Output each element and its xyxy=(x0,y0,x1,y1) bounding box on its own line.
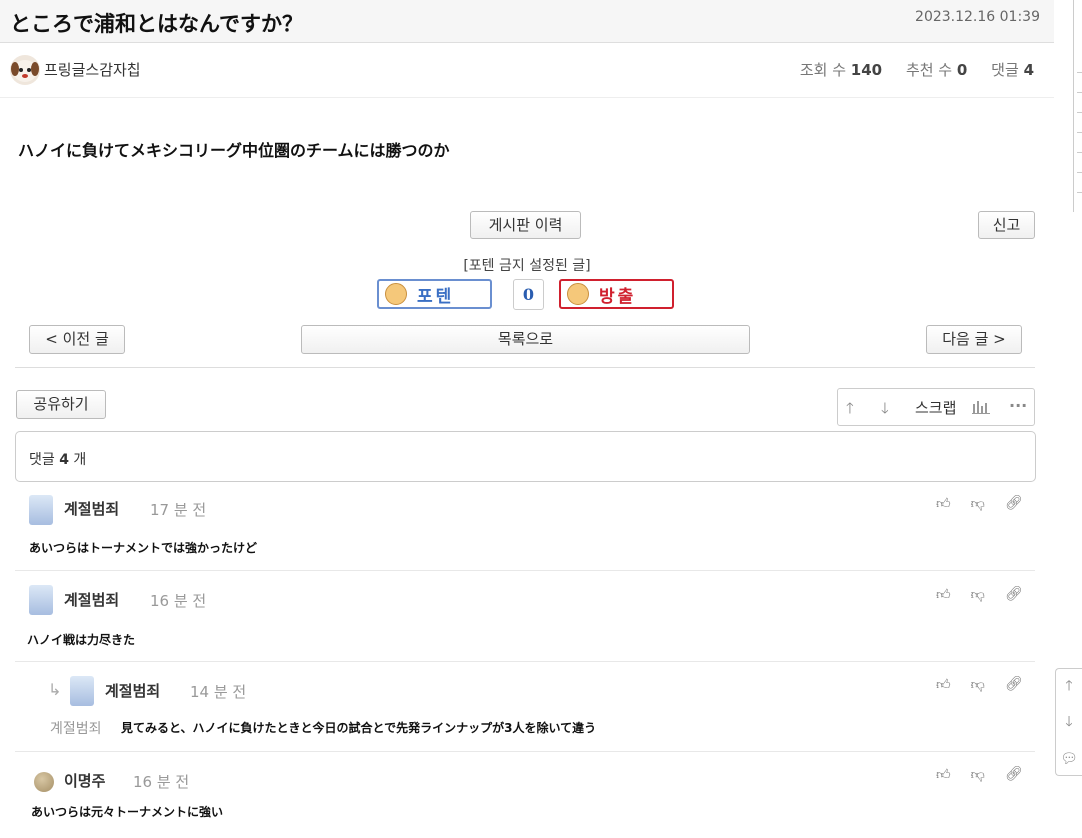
face-icon xyxy=(567,283,589,305)
comment-actions: 👍︎ 👎︎ 🔗︎ xyxy=(936,495,1023,512)
downvote-button[interactable]: 방출 xyxy=(559,279,674,309)
report-button[interactable]: 신고 xyxy=(978,211,1035,239)
comments-count: 4 xyxy=(1023,61,1034,79)
scrollbar-tick xyxy=(1077,72,1082,73)
commenter-name[interactable]: 이명주 xyxy=(64,770,105,791)
comment-actions: 👍︎ 👎︎ 🔗︎ xyxy=(936,586,1023,603)
scrollbar-tick xyxy=(1077,92,1082,93)
thumbs-down-icon[interactable]: 👎︎ xyxy=(971,586,985,603)
divider xyxy=(15,367,1035,368)
comment-time: 16 분 전 xyxy=(133,773,190,791)
arrow-up-icon[interactable]: 🡑 xyxy=(846,398,854,423)
post-datetime: 2023.12.16 01:39 xyxy=(915,9,1040,25)
comment-count-label: 댓글 xyxy=(29,452,55,468)
author-name[interactable]: 프링글스감자칩 xyxy=(44,59,141,80)
link-icon[interactable]: 🔗︎ xyxy=(1005,676,1023,693)
commenter-name[interactable]: 계절범죄 xyxy=(64,498,119,519)
comment-count-box xyxy=(15,431,1036,482)
floating-nav: 🡑 🡓 💬︎ xyxy=(1055,668,1082,776)
comment-divider xyxy=(15,570,1035,571)
thumbs-up-icon[interactable]: 👍︎ xyxy=(936,766,951,783)
commenter-avatar[interactable] xyxy=(70,676,94,706)
recommend-label: 추천 수 xyxy=(905,61,953,79)
comment-count: 댓글 4 개 xyxy=(29,449,86,469)
share-button[interactable]: 공유하기 xyxy=(16,390,106,419)
upvote-button[interactable]: 포텐 xyxy=(377,279,492,309)
views-count: 140 xyxy=(850,61,883,79)
comment-time: 16 분 전 xyxy=(150,592,207,610)
thumbs-up-icon[interactable]: 👍︎ xyxy=(936,586,951,603)
upvote-label: 포텐 xyxy=(417,286,455,307)
comment-actions: 👍︎ 👎︎ 🔗︎ xyxy=(936,676,1023,693)
arrow-down-icon[interactable]: 🡓 xyxy=(881,398,889,423)
comment-divider xyxy=(15,661,1035,662)
scrollbar-tick xyxy=(1077,192,1082,193)
prev-post-button[interactable]: < 이전 글 xyxy=(29,325,125,354)
arrow-down-icon[interactable]: 🡓 xyxy=(1056,705,1082,741)
thumbs-down-icon[interactable]: 👎︎ xyxy=(971,676,985,693)
comment-count-value: 4 xyxy=(59,452,69,468)
side-scrollbar[interactable] xyxy=(1073,0,1082,212)
commenter-name[interactable]: 계절범죄 xyxy=(64,589,119,610)
link-icon[interactable]: 🔗︎ xyxy=(1005,766,1023,783)
link-icon[interactable]: 🔗︎ xyxy=(1005,495,1023,512)
face-icon xyxy=(385,283,407,305)
views-label: 조회 수 xyxy=(799,61,846,79)
downvote-label: 방출 xyxy=(599,286,637,307)
no-poten-notice: [포텐 금지 설정된 글] xyxy=(463,258,591,274)
comment-text: あいつらは元々トーナメントに強い xyxy=(31,805,224,819)
scrollbar-tick xyxy=(1077,112,1082,113)
recommend-count: 0 xyxy=(956,61,968,79)
list-button[interactable]: 목록으로 xyxy=(301,325,750,354)
scrollbar-tick xyxy=(1077,172,1082,173)
vote-count: 0 xyxy=(513,279,544,310)
arrow-up-icon[interactable]: 🡑 xyxy=(1056,669,1082,705)
reply-arrow-icon: ↳ xyxy=(48,680,62,699)
scrollbar-tick xyxy=(1077,132,1082,133)
comment-time: 17 분 전 xyxy=(150,501,207,519)
comment-text: あいつらはトーナメントでは強かったけど xyxy=(29,541,258,555)
author-avatar[interactable] xyxy=(10,55,40,85)
scrap-button[interactable]: 스크랩 xyxy=(915,397,956,418)
link-icon[interactable]: 🔗︎ xyxy=(1005,586,1023,603)
commenter-avatar[interactable] xyxy=(29,585,53,615)
thumbs-down-icon[interactable]: 👎︎ xyxy=(971,495,985,512)
comment-divider xyxy=(15,751,1035,752)
commenter-name[interactable]: 계절범죄 xyxy=(105,680,160,701)
comments-label: 댓글 xyxy=(991,61,1019,79)
post-body: ハノイに負けてメキシコリーグ中位圏のチームには勝つのか xyxy=(18,141,450,160)
commenter-avatar[interactable] xyxy=(34,772,54,792)
board-history-button[interactable]: 게시판 이력 xyxy=(470,211,581,239)
comment-time: 14 분 전 xyxy=(190,683,247,701)
post-title: ところで浦和とはなんですか？ xyxy=(10,12,303,36)
reply-target[interactable]: 계절범죄 xyxy=(50,718,102,738)
comment-text: ハノイ戦は力尽きた xyxy=(27,633,136,647)
more-icon[interactable]: ··· xyxy=(1009,396,1027,415)
scrollbar-tick xyxy=(1077,152,1082,153)
next-post-button[interactable]: 다음 글 > xyxy=(926,325,1022,354)
post-stats: 조회 수 140 추천 수 0 댓글 4 xyxy=(800,59,1034,80)
comment-text: 見てみると、ハノイに負けたときと今日の試合とで先発ラインナップが3人を除いて違う xyxy=(121,721,597,735)
thumbs-down-icon[interactable]: 👎︎ xyxy=(971,766,985,783)
thumbs-up-icon[interactable]: 👍︎ xyxy=(936,495,951,512)
commenter-avatar[interactable] xyxy=(29,495,53,525)
comment-actions: 👍︎ 👎︎ 🔗︎ xyxy=(936,766,1023,783)
thumbs-up-icon[interactable]: 👍︎ xyxy=(936,676,951,693)
comment-count-unit: 개 xyxy=(73,452,87,468)
chart-icon[interactable] xyxy=(972,399,990,418)
chat-bubble-icon[interactable]: 💬︎ xyxy=(1056,741,1082,777)
